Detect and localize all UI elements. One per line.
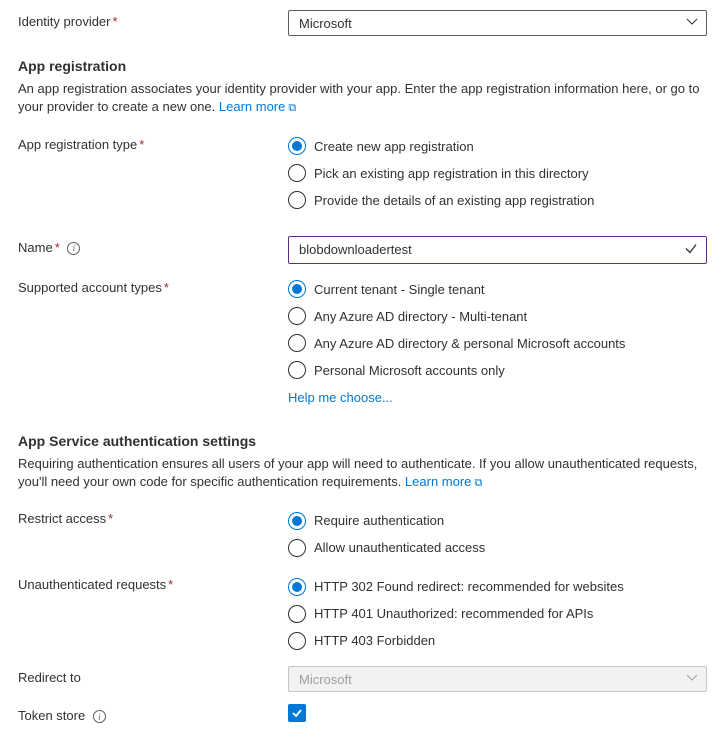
chevron-down-icon	[686, 16, 698, 31]
radio-icon	[288, 605, 306, 623]
radio-icon	[288, 280, 306, 298]
radio-single-tenant[interactable]: Current tenant - Single tenant	[288, 276, 707, 303]
radio-create-new[interactable]: Create new app registration	[288, 133, 707, 160]
info-icon[interactable]: i	[93, 710, 106, 723]
radio-any-azure-personal[interactable]: Any Azure AD directory & personal Micros…	[288, 330, 707, 357]
redirect-to-label: Redirect to	[18, 670, 81, 685]
check-icon	[291, 707, 303, 719]
help-me-choose-link[interactable]: Help me choose...	[288, 390, 393, 405]
redirect-to-value: Microsoft	[299, 672, 352, 687]
app-service-auth-heading: App Service authentication settings	[18, 433, 707, 449]
redirect-to-dropdown: Microsoft	[288, 666, 707, 692]
name-label: Name	[18, 240, 53, 255]
radio-icon	[288, 191, 306, 209]
app-reg-type-label: App registration type	[18, 137, 137, 152]
name-input[interactable]: blobdownloadertest	[288, 236, 707, 264]
radio-icon	[288, 334, 306, 352]
radio-icon	[288, 512, 306, 530]
radio-icon	[288, 632, 306, 650]
learn-more-link-auth[interactable]: Learn more	[405, 474, 482, 489]
restrict-access-label: Restrict access	[18, 511, 106, 526]
radio-personal-only[interactable]: Personal Microsoft accounts only	[288, 357, 707, 384]
name-value: blobdownloadertest	[299, 242, 412, 257]
radio-icon	[288, 164, 306, 182]
radio-icon	[288, 307, 306, 325]
radio-http-403[interactable]: HTTP 403 Forbidden	[288, 627, 707, 654]
identity-provider-dropdown[interactable]: Microsoft	[288, 10, 707, 36]
required-star: *	[139, 137, 144, 152]
radio-require-auth[interactable]: Require authentication	[288, 507, 707, 534]
radio-pick-existing[interactable]: Pick an existing app registration in thi…	[288, 160, 707, 187]
learn-more-link-app-reg[interactable]: Learn more	[219, 99, 296, 114]
supported-acct-label: Supported account types	[18, 280, 162, 295]
required-star: *	[55, 240, 60, 255]
radio-http-401[interactable]: HTTP 401 Unauthorized: recommended for A…	[288, 600, 707, 627]
radio-multi-tenant[interactable]: Any Azure AD directory - Multi-tenant	[288, 303, 707, 330]
token-store-label: Token store	[18, 708, 85, 723]
app-service-auth-desc: Requiring authentication ensures all use…	[18, 455, 707, 492]
app-registration-desc: An app registration associates your iden…	[18, 80, 707, 117]
radio-icon	[288, 361, 306, 379]
required-star: *	[168, 577, 173, 592]
check-icon	[684, 241, 698, 258]
unauth-requests-label: Unauthenticated requests	[18, 577, 166, 592]
info-icon[interactable]: i	[67, 242, 80, 255]
identity-provider-value: Microsoft	[299, 16, 352, 31]
radio-icon	[288, 578, 306, 596]
identity-provider-label: Identity provider	[18, 14, 111, 29]
token-store-checkbox[interactable]	[288, 704, 306, 722]
radio-provide-details[interactable]: Provide the details of an existing app r…	[288, 187, 707, 214]
radio-icon	[288, 137, 306, 155]
required-star: *	[164, 280, 169, 295]
app-registration-heading: App registration	[18, 58, 707, 74]
radio-http-302[interactable]: HTTP 302 Found redirect: recommended for…	[288, 573, 707, 600]
required-star: *	[113, 14, 118, 29]
radio-allow-unauth[interactable]: Allow unauthenticated access	[288, 534, 707, 561]
required-star: *	[108, 511, 113, 526]
radio-icon	[288, 539, 306, 557]
chevron-down-icon	[686, 672, 698, 687]
